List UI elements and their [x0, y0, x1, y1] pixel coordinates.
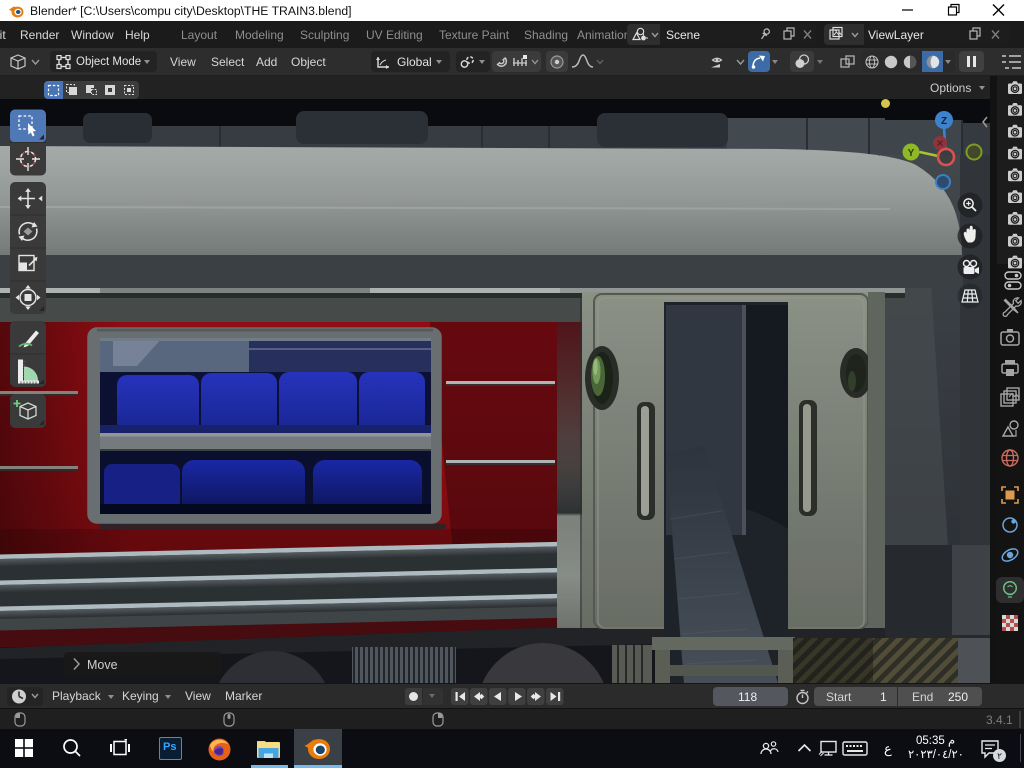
svg-text:٢: ٢: [997, 751, 1002, 761]
svg-text:Move: Move: [87, 658, 118, 672]
svg-text:Y: Y: [908, 148, 915, 159]
svg-text:Z: Z: [941, 116, 947, 127]
